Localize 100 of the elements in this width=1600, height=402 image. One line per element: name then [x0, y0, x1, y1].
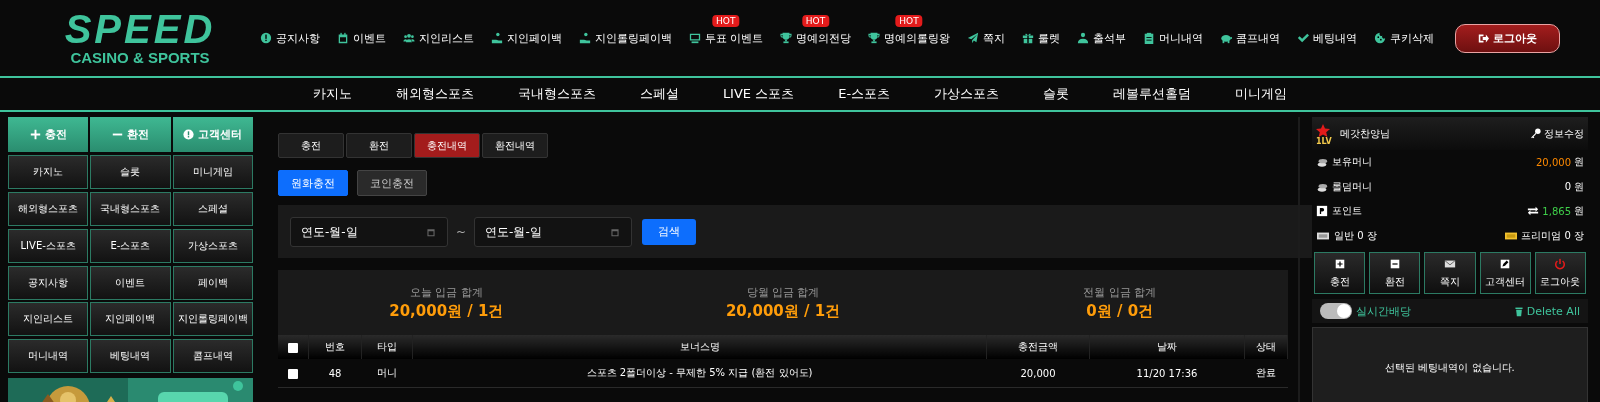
column-header: 보너스명: [679, 341, 720, 352]
column-header: 상태: [1256, 341, 1276, 352]
delete-all-link[interactable]: Delete All: [1513, 304, 1580, 318]
top-link[interactable]: 공지사항: [259, 30, 320, 46]
logo-title[interactable]: SPEED: [64, 9, 216, 49]
trophy-icon: [868, 32, 880, 44]
nav-item[interactable]: 레볼루션홀덤: [1091, 78, 1214, 110]
quick-action-button[interactable]: 환전: [1369, 252, 1421, 294]
summary-label: 전월 입금 합계: [1083, 284, 1157, 300]
table-cell: 20,000: [1020, 367, 1056, 379]
table-cell: 48: [328, 367, 342, 379]
edit-profile-link[interactable]: 정보수정: [1530, 126, 1584, 141]
table-cell: 11/20 17:36: [1136, 367, 1198, 379]
nav-item[interactable]: 가상스포츠: [912, 78, 1022, 110]
nav-item[interactable]: E-스포츠: [816, 78, 913, 110]
sidebar-menu-item[interactable]: 해외형스포츠: [8, 191, 89, 226]
range-separator: ~: [456, 224, 467, 239]
tab[interactable]: 환전: [346, 133, 412, 158]
tab[interactable]: 충전내역: [414, 133, 480, 158]
calendar-icon: [336, 32, 349, 44]
hot-badge: HOT: [895, 14, 923, 27]
gift-icon: [1022, 32, 1034, 44]
top-link[interactable]: 콤프내역: [1220, 30, 1280, 46]
top-link[interactable]: 명예의롤링왕: [868, 30, 950, 46]
top-link[interactable]: 베팅내역: [1297, 30, 1357, 46]
sidebar-menu-item[interactable]: 슬롯: [90, 154, 171, 189]
sidebar-menu-item[interactable]: 지인롤링페이백: [172, 302, 253, 337]
calendar-icon: [610, 226, 621, 237]
top-link[interactable]: 머니내역: [1143, 30, 1203, 46]
plus-icon: [29, 129, 41, 140]
top-link[interactable]: 이벤트: [336, 30, 386, 46]
nav-item[interactable]: LIVE 스포츠: [700, 78, 817, 110]
column-header: 번호: [325, 341, 345, 352]
nav-item[interactable]: 해외형스포츠: [373, 78, 496, 110]
balance-value: 0: [1564, 181, 1571, 193]
balance-label: 롤덤머니: [1332, 179, 1372, 194]
quick-action-button[interactable]: 쪽지: [1424, 252, 1476, 294]
top-link[interactable]: 쿠키삭제: [1374, 30, 1434, 46]
top-link[interactable]: 지인리스트: [402, 30, 474, 46]
nav-item[interactable]: 슬롯: [1021, 78, 1092, 110]
search-button[interactable]: 검색: [642, 218, 697, 245]
sub-tab[interactable]: 코인충전: [357, 170, 427, 196]
top-link[interactable]: 출석부: [1077, 30, 1126, 46]
clipboard-icon: [1143, 32, 1155, 44]
summary-label: 당월 입금 합계: [746, 284, 820, 300]
top-link[interactable]: 지인페이백: [490, 30, 562, 46]
sidebar-menu-item[interactable]: 공지사항: [8, 265, 89, 300]
sidebar-menu-item[interactable]: LIVE-스포츠: [8, 228, 89, 263]
top-link[interactable]: 룰렛: [1022, 30, 1060, 46]
currency-unit: 원: [1574, 155, 1584, 170]
tab[interactable]: 충전: [278, 133, 344, 158]
column-header: 타입: [377, 341, 397, 352]
sidebar-menu-item[interactable]: 콤프내역: [172, 339, 253, 374]
sidebar-menu-item[interactable]: 미니게임: [172, 154, 253, 189]
plus-icon: [1333, 257, 1346, 270]
edit-icon: [1499, 257, 1512, 270]
logo-subtitle: CASINO & SPORTS: [70, 49, 210, 67]
sidebar-menu-item[interactable]: 스페셜: [172, 191, 253, 226]
nav-item[interactable]: 미니게임: [1213, 78, 1310, 110]
top-link[interactable]: 명예의전당: [780, 30, 851, 46]
checkbox[interactable]: [288, 368, 299, 379]
table-cell: 스포츠 2폴더이상 - 무제한 5% 지급 (환전 있어도): [586, 367, 813, 378]
calendar-icon: [426, 226, 436, 237]
toggle-switch[interactable]: [1320, 303, 1352, 319]
sidebar-menu-item[interactable]: E-스포츠: [90, 228, 171, 263]
person-icon: [1077, 32, 1089, 44]
quick-action-button[interactable]: 로그아웃: [1534, 252, 1586, 294]
checkbox[interactable]: [288, 342, 298, 353]
currency-unit: 원: [1574, 204, 1584, 219]
sidebar-menu-item[interactable]: 페이백: [172, 265, 253, 300]
sidebar-menu-item[interactable]: 베팅내역: [90, 339, 171, 374]
nav-item[interactable]: 카지노: [290, 78, 374, 110]
trash-icon: [1513, 305, 1524, 317]
tab[interactable]: 환전내역: [482, 133, 548, 158]
paper-plane-icon: [967, 32, 979, 44]
general-ticket-count: 일반 0 장: [1334, 228, 1377, 243]
minus-icon: [1388, 257, 1401, 270]
quick-action-button[interactable]: 충전: [1314, 252, 1366, 294]
nav-item[interactable]: 국내형스포츠: [495, 78, 618, 110]
sub-tab[interactable]: 원화충전: [278, 170, 348, 196]
top-link[interactable]: 투표 이벤트: [688, 30, 763, 46]
nav-item[interactable]: 스페셜: [617, 78, 701, 110]
cookie-icon: [1374, 32, 1386, 44]
star-icon: [1316, 123, 1330, 138]
logout-button[interactable]: 로그아웃: [1455, 23, 1560, 53]
sidebar-menu-item[interactable]: 이벤트: [90, 265, 171, 300]
date-field[interactable]: 연도-월-일: [474, 216, 633, 247]
sidebar-menu-item[interactable]: 지인리스트: [8, 302, 89, 337]
people-icon: [402, 32, 415, 44]
sidebar-menu-item[interactable]: 지인페이백: [90, 302, 171, 337]
sidebar-menu-item[interactable]: 국내형스포츠: [90, 191, 171, 226]
date-field[interactable]: 연도-월-일: [290, 216, 448, 247]
sidebar-menu-item[interactable]: 가상스포츠: [172, 228, 253, 263]
quick-action-button[interactable]: 고객센터: [1479, 252, 1531, 294]
hot-badge: HOT: [712, 14, 740, 27]
sidebar-menu-item[interactable]: 카지노: [8, 154, 89, 189]
sidebar-menu-item[interactable]: 머니내역: [8, 339, 89, 374]
power-icon: [1554, 257, 1567, 270]
top-link[interactable]: 쪽지: [967, 30, 1005, 46]
top-link[interactable]: 지인롤링페이백: [578, 30, 672, 46]
